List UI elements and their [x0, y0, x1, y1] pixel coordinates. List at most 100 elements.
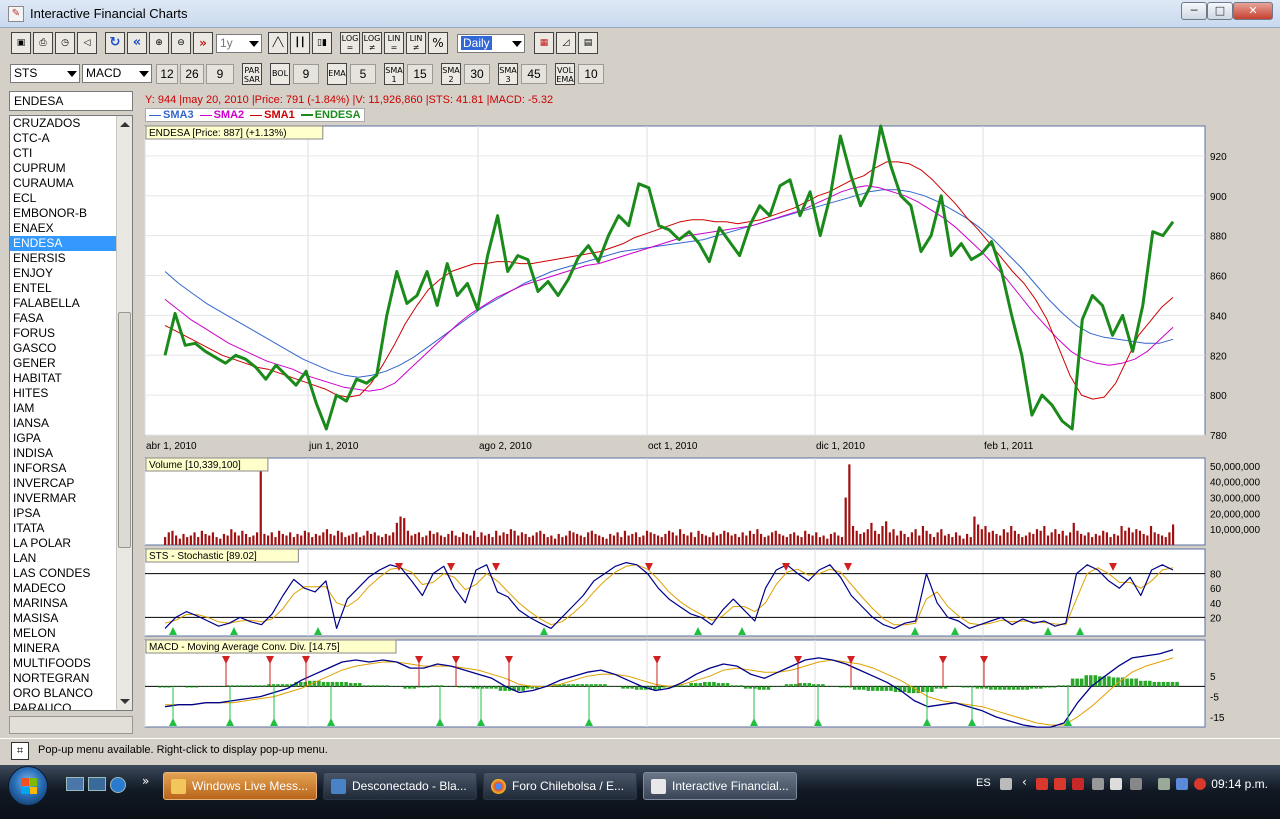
symbol-list-item[interactable]: ENERSIS	[10, 251, 116, 266]
symbol-list-item[interactable]: CUPRUM	[10, 161, 116, 176]
symbol-list-item[interactable]: CTI	[10, 146, 116, 161]
symbol-list-item[interactable]: ENTEL	[10, 281, 116, 296]
connection-icon[interactable]	[1176, 778, 1188, 790]
tray-expand-icon[interactable]: ‹	[1022, 775, 1027, 789]
macd-slow-field[interactable]: 26	[180, 64, 204, 84]
refresh-icon[interactable]: ↻	[105, 32, 125, 54]
rewind-icon[interactable]: «	[127, 32, 147, 54]
percent-button[interactable]: %	[428, 32, 448, 54]
macd-fast-field[interactable]: 12	[156, 64, 178, 84]
symbol-list-item[interactable]: HITES	[10, 386, 116, 401]
power-icon[interactable]	[1158, 778, 1170, 790]
print-icon[interactable]: ⎙	[33, 32, 53, 54]
symbol-list-item[interactable]: IGPA	[10, 431, 116, 446]
overlay-indicator-select[interactable]: STS	[10, 64, 80, 83]
symbol-input[interactable]: ENDESA	[9, 91, 133, 111]
task-windows-live-messenger[interactable]: Windows Live Mess...	[163, 772, 317, 800]
lin-nonequal-button[interactable]: LIN ≠	[406, 32, 426, 54]
chart-style-icon[interactable]: ◿	[556, 32, 576, 54]
ema-field[interactable]: 5	[350, 64, 376, 84]
pdf-icon[interactable]	[1072, 778, 1084, 790]
symbol-list[interactable]: CRUZADOS CTC-A CTI CUPRUM CURAUMA ECL EMBONOR-…	[9, 115, 133, 711]
ema-button[interactable]: EMA	[327, 63, 347, 85]
symbol-list-item[interactable]: CURAUMA	[10, 176, 116, 191]
clock[interactable]: 09:14 p.m.	[1211, 777, 1268, 791]
scroll-thumb[interactable]	[118, 312, 131, 548]
symbol-list-item[interactable]: ORO BLANCO	[10, 686, 116, 701]
symbol-list-item[interactable]: MADECO	[10, 581, 116, 596]
symbol-list-item[interactable]: ENAEX	[10, 221, 116, 236]
symbol-list-item[interactable]: FALABELLA	[10, 296, 116, 311]
timer-icon[interactable]: ◷	[55, 32, 75, 54]
symbol-list-item[interactable]: GENER	[10, 356, 116, 371]
network-icon[interactable]	[1110, 778, 1122, 790]
symbol-list-item[interactable]: IANSA	[10, 416, 116, 431]
switch-windows-icon[interactable]	[88, 777, 106, 791]
show-desktop-icon[interactable]	[66, 777, 84, 791]
symbol-list-item[interactable]: FASA	[10, 311, 116, 326]
grid-icon[interactable]: ▤	[578, 32, 598, 54]
volume-muted-icon[interactable]	[1194, 778, 1206, 790]
quicklaunch-more-icon[interactable]: »	[142, 774, 149, 788]
new-window-icon[interactable]: ▣	[11, 32, 31, 54]
start-button[interactable]	[8, 766, 48, 806]
sma3-field[interactable]: 45	[521, 64, 547, 84]
device-icon[interactable]	[1092, 778, 1104, 790]
symbol-list-item[interactable]: CTC-A	[10, 131, 116, 146]
task-interactive-financial[interactable]: Interactive Financial...	[643, 772, 797, 800]
log-nonequal-button[interactable]: LOG ≠	[362, 32, 382, 54]
zoom-out-icon[interactable]: ⊖	[171, 32, 191, 54]
symbol-list-item[interactable]: IPSA	[10, 506, 116, 521]
symbol-list-item[interactable]: MARINSA	[10, 596, 116, 611]
vol-ema-button[interactable]: VOL EMA	[555, 63, 575, 85]
symbol-list-item[interactable]: NORTEGRAN	[10, 671, 116, 686]
keyboard-icon[interactable]	[1000, 778, 1012, 790]
symbol-list-item[interactable]: ENJOY	[10, 266, 116, 281]
sma3-button[interactable]: SMA 3	[498, 63, 518, 85]
chart-area[interactable]	[138, 91, 1276, 735]
security-icon[interactable]	[1054, 778, 1066, 790]
symbol-list-item[interactable]: MELON	[10, 626, 116, 641]
period-select[interactable]: 1y	[216, 34, 262, 53]
symbol-list-item[interactable]: LA POLAR	[10, 536, 116, 551]
symbol-list-item[interactable]: INFORSA	[10, 461, 116, 476]
symbol-list-item[interactable]: ENDESA	[10, 236, 116, 251]
minimize-button[interactable]: ─	[1181, 2, 1207, 20]
maximize-button[interactable]: □	[1207, 2, 1233, 20]
symbol-list-item[interactable]: GASCO	[10, 341, 116, 356]
sma1-field[interactable]: 15	[407, 64, 433, 84]
par-sar-button[interactable]: PAR SAR	[242, 63, 262, 85]
fast-forward-icon[interactable]: »	[193, 32, 213, 54]
symbol-list-item[interactable]: CRUZADOS	[10, 116, 116, 131]
vol-ema-field[interactable]: 10	[578, 64, 604, 84]
symbol-list-item[interactable]: ECL	[10, 191, 116, 206]
symbol-list-item[interactable]: LAN	[10, 551, 116, 566]
macd-signal-field[interactable]: 9	[206, 64, 234, 84]
symbol-list-item[interactable]: MULTIFOODS	[10, 656, 116, 671]
language-indicator[interactable]: ES	[976, 777, 991, 789]
symbol-list-scrollbar[interactable]	[116, 116, 132, 710]
sma2-button[interactable]: SMA 2	[441, 63, 461, 85]
scroll-up-icon[interactable]	[120, 122, 130, 127]
bol-button[interactable]: BOL	[270, 63, 290, 85]
log-equal-button[interactable]: LOG =	[340, 32, 360, 54]
sound-icon[interactable]: ◁	[77, 32, 97, 54]
sma2-field[interactable]: 30	[464, 64, 490, 84]
symbol-list-item[interactable]: IAM	[10, 401, 116, 416]
line-chart-icon[interactable]: ╱╲	[268, 32, 288, 54]
symbol-list-item[interactable]: MASISA	[10, 611, 116, 626]
scroll-down-icon[interactable]	[120, 699, 130, 704]
lower-indicator-select[interactable]: MACD	[82, 64, 152, 83]
symbol-list-item[interactable]: EMBONOR-B	[10, 206, 116, 221]
task-chrome[interactable]: Foro Chilebolsa / E...	[483, 772, 637, 800]
symbol-list-item[interactable]: FORUS	[10, 326, 116, 341]
symbol-list-item[interactable]: INDISA	[10, 446, 116, 461]
candle-chart-icon[interactable]: ▯▮	[312, 32, 332, 54]
symbol-list-item[interactable]: HABITAT	[10, 371, 116, 386]
sma1-button[interactable]: SMA 1	[384, 63, 404, 85]
task-blackberry[interactable]: Desconectado - Bla...	[323, 772, 477, 800]
symbol-list-item[interactable]: INVERMAR	[10, 491, 116, 506]
interval-select[interactable]: Daily	[457, 34, 525, 53]
symbol-list-item[interactable]: LAS CONDES	[10, 566, 116, 581]
symbol-list-item[interactable]: PARAUCO	[10, 701, 116, 710]
